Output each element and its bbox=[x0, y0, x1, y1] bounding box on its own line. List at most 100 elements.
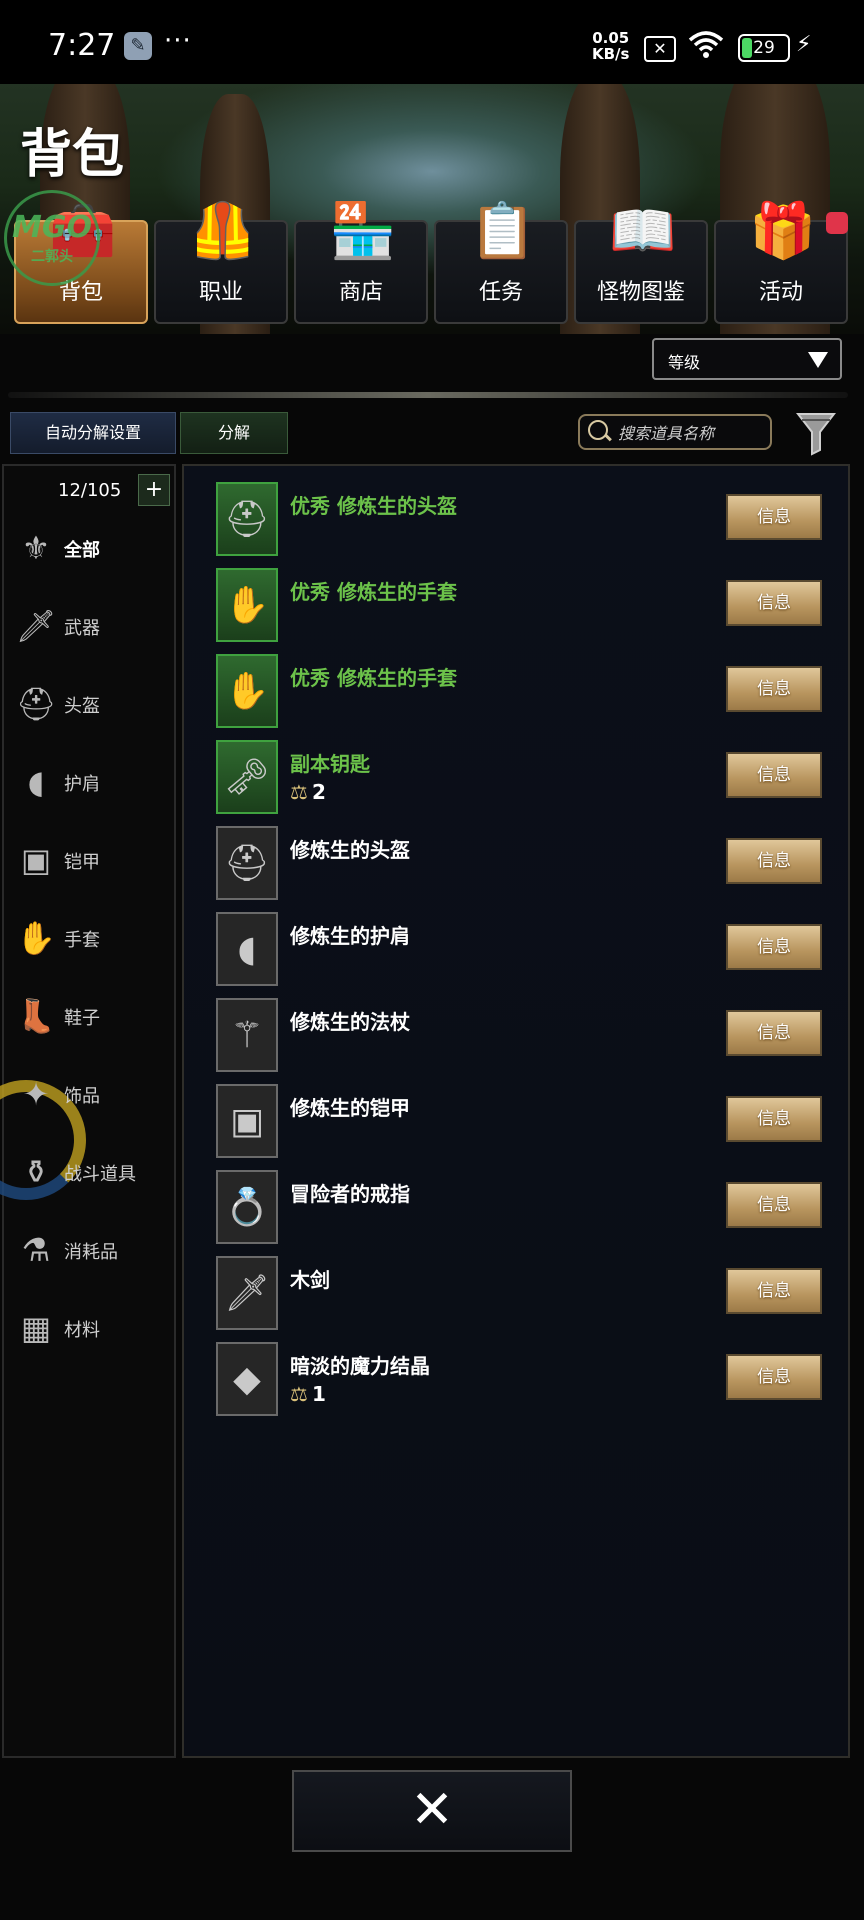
category-consumable[interactable]: ⚗ 消耗品 bbox=[14, 1224, 174, 1278]
item-row[interactable]: 💍 冒险者的戒指 信息 bbox=[216, 1170, 826, 1248]
item-row[interactable]: ▣ 修炼生的铠甲 信息 bbox=[216, 1084, 826, 1162]
inventory-count: 12/105 bbox=[58, 480, 122, 501]
glove-icon: ✋ bbox=[216, 654, 278, 728]
category-label: 消耗品 bbox=[64, 1242, 118, 1263]
status-time: 7:27 bbox=[48, 28, 116, 63]
sort-selected: 等级 bbox=[668, 353, 701, 372]
helmet-icon: ⛑ bbox=[216, 482, 278, 556]
battery-indicator: 29 bbox=[738, 34, 790, 62]
sort-dropdown[interactable]: 等级 bbox=[652, 338, 842, 380]
category-combat-item[interactable]: ⚱ 战斗道具 bbox=[14, 1146, 174, 1200]
divider bbox=[8, 392, 848, 398]
item-search-box[interactable] bbox=[578, 414, 772, 450]
item-name: 暗淡的魔力结晶 bbox=[290, 1354, 430, 1378]
shoulder-guard-icon: ◖ bbox=[216, 912, 278, 986]
category-helmet[interactable]: ⛑ 头盔 bbox=[14, 678, 174, 732]
crystal-icon: ◆ bbox=[216, 1342, 278, 1416]
item-info-button[interactable]: 信息 bbox=[726, 494, 822, 540]
category-label: 全部 bbox=[64, 540, 100, 561]
item-row[interactable]: ✋ 优秀 修炼生的手套 信息 bbox=[216, 654, 826, 732]
main-tabs: 🧰 背包 🦺 职业 🏪 商店 📋 任务 📖 怪物图鉴 🎁 活动 bbox=[14, 199, 850, 324]
item-quantity-value: 1 bbox=[311, 1382, 326, 1406]
category-boots[interactable]: 👢 鞋子 bbox=[14, 990, 174, 1044]
category-label: 头盔 bbox=[64, 696, 100, 717]
accessory-icon: ✦ bbox=[22, 1075, 50, 1113]
category-label: 战斗道具 bbox=[64, 1164, 136, 1185]
category-armor[interactable]: ▣ 铠甲 bbox=[14, 834, 174, 888]
item-info-button[interactable]: 信息 bbox=[726, 1268, 822, 1314]
ring-icon: 💍 bbox=[216, 1170, 278, 1244]
close-button[interactable]: ✕ bbox=[292, 1770, 572, 1852]
shoulder-guard-icon: ◖ bbox=[27, 763, 45, 801]
shop-icon: 🏪 bbox=[329, 199, 397, 262]
category-label: 护肩 bbox=[64, 774, 100, 795]
item-info-button[interactable]: 信息 bbox=[726, 1182, 822, 1228]
network-speed: 0.05 KB/s bbox=[592, 30, 629, 62]
item-info-button[interactable]: 信息 bbox=[726, 1010, 822, 1056]
more-dots-icon: ··· bbox=[164, 26, 192, 56]
category-label: 铠甲 bbox=[64, 852, 100, 873]
no-sim-icon: ✕ bbox=[644, 36, 676, 62]
tab-label: 商店 bbox=[338, 280, 383, 305]
item-info-button[interactable]: 信息 bbox=[726, 1354, 822, 1400]
item-search-input[interactable] bbox=[616, 420, 770, 446]
glove-icon: ✋ bbox=[216, 568, 278, 642]
item-info-button[interactable]: 信息 bbox=[726, 1096, 822, 1142]
item-name: 修炼生的护肩 bbox=[290, 924, 410, 948]
tab-quest[interactable]: 📋 任务 bbox=[434, 199, 568, 324]
tab-class[interactable]: 🦺 职业 bbox=[154, 199, 288, 324]
helmet-icon: ⛑ bbox=[216, 826, 278, 900]
item-name: 优秀 修炼生的头盔 bbox=[290, 494, 457, 518]
item-name: 修炼生的头盔 bbox=[290, 838, 410, 862]
item-info-button[interactable]: 信息 bbox=[726, 580, 822, 626]
item-info-button[interactable]: 信息 bbox=[726, 666, 822, 712]
item-name: 优秀 修炼生的手套 bbox=[290, 580, 457, 604]
category-weapon[interactable]: 🗡 武器 bbox=[14, 600, 174, 654]
category-label: 武器 bbox=[64, 618, 100, 639]
category-label: 饰品 bbox=[64, 1086, 100, 1107]
decompose-button[interactable]: 分解 bbox=[180, 412, 288, 454]
status-bar: 7:27 ✎ ··· 0.05 KB/s ✕ 29 ⚡ bbox=[0, 0, 864, 92]
item-info-button[interactable]: 信息 bbox=[726, 924, 822, 970]
item-row[interactable]: ◆ 暗淡的魔力结晶 ⚖ 1 信息 bbox=[216, 1342, 826, 1420]
wrench-icon: ✎ bbox=[124, 32, 152, 60]
tab-label: 职业 bbox=[198, 280, 243, 305]
auto-decompose-settings-button[interactable]: 自动分解设置 bbox=[10, 412, 176, 454]
tab-label: 活动 bbox=[758, 280, 803, 305]
gift-icon: 🎁 bbox=[749, 199, 817, 262]
item-row[interactable]: ⚚ 修炼生的法杖 信息 bbox=[216, 998, 826, 1076]
category-all[interactable]: ⚜ 全部 bbox=[14, 522, 174, 576]
tab-monster-book[interactable]: 📖 怪物图鉴 bbox=[574, 199, 708, 324]
tab-events[interactable]: 🎁 活动 bbox=[714, 199, 848, 324]
helmet-icon: ⛑ bbox=[15, 685, 57, 723]
expand-inventory-button[interactable]: + bbox=[138, 474, 170, 506]
item-row[interactable]: ⛑ 优秀 修炼生的头盔 信息 bbox=[216, 482, 826, 560]
category-shoulder[interactable]: ◖ 护肩 bbox=[14, 756, 174, 810]
item-name: 优秀 修炼生的手套 bbox=[290, 666, 457, 690]
item-info-button[interactable]: 信息 bbox=[726, 838, 822, 884]
scale-icon: ⚖ bbox=[290, 780, 308, 804]
item-row[interactable]: ✋ 优秀 修炼生的手套 信息 bbox=[216, 568, 826, 646]
all-items-icon: ⚜ bbox=[21, 529, 51, 567]
item-name: 木剑 bbox=[290, 1268, 330, 1292]
category-gloves[interactable]: ✋ 手套 bbox=[14, 912, 174, 966]
item-info-button[interactable]: 信息 bbox=[726, 752, 822, 798]
item-name: 修炼生的铠甲 bbox=[290, 1096, 410, 1120]
item-quantity: ⚖ 1 bbox=[290, 1382, 326, 1406]
item-quantity-value: 2 bbox=[311, 780, 326, 804]
notification-badge bbox=[826, 212, 848, 234]
filter-funnel-icon[interactable] bbox=[796, 410, 836, 456]
item-name: 副本钥匙 bbox=[290, 752, 370, 776]
watermark-subtext: 二郭头 bbox=[31, 249, 73, 265]
sword-icon: 🗡 bbox=[15, 607, 57, 645]
item-name: 冒险者的戒指 bbox=[290, 1182, 410, 1206]
item-row[interactable]: 🗝 副本钥匙 ⚖ 2 信息 bbox=[216, 740, 826, 818]
tab-label: 怪物图鉴 bbox=[596, 280, 685, 305]
tab-shop[interactable]: 🏪 商店 bbox=[294, 199, 428, 324]
item-row[interactable]: 🗡 木剑 信息 bbox=[216, 1256, 826, 1334]
category-accessory[interactable]: ✦ 饰品 bbox=[14, 1068, 174, 1122]
wifi-icon bbox=[688, 31, 724, 58]
item-row[interactable]: ⛑ 修炼生的头盔 信息 bbox=[216, 826, 826, 904]
category-material[interactable]: ▦ 材料 bbox=[14, 1302, 174, 1356]
item-row[interactable]: ◖ 修炼生的护肩 信息 bbox=[216, 912, 826, 990]
